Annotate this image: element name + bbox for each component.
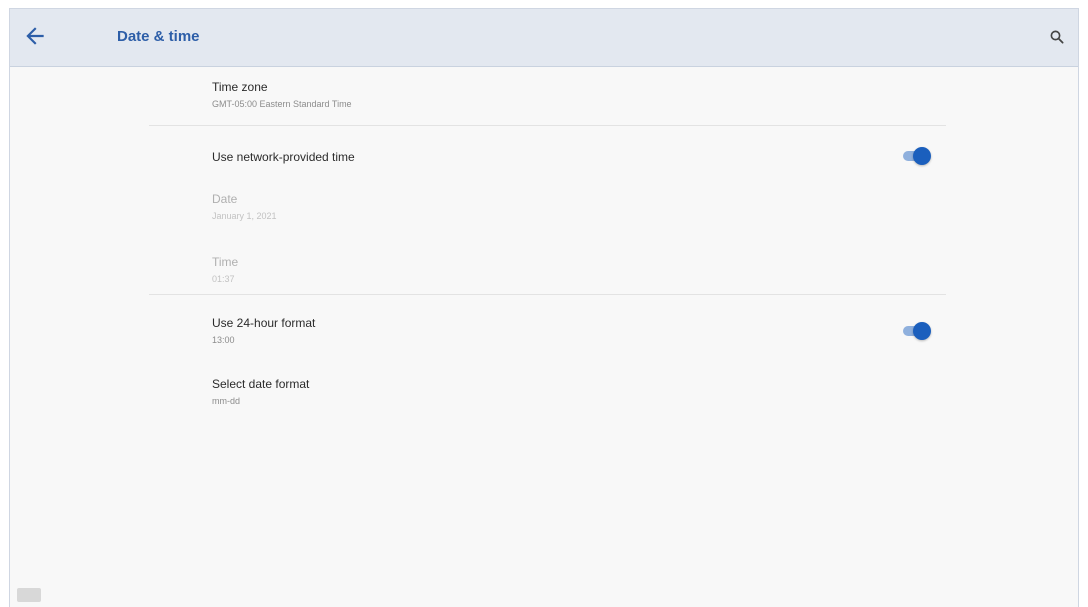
date-format-summary: mm-dd: [212, 396, 241, 406]
toggle-thumb: [913, 322, 931, 340]
time-summary: 01:37: [212, 274, 235, 284]
network-time-toggle[interactable]: [903, 146, 931, 166]
time-zone-item[interactable]: Time zone GMT-05:00 Eastern Standard Tim…: [212, 80, 352, 109]
time-item[interactable]: Time 01:37: [212, 255, 238, 284]
nav-handle: [17, 588, 41, 602]
time-title: Time: [212, 255, 239, 269]
hour24-item[interactable]: Use 24-hour format 13:00: [212, 316, 315, 345]
network-time-title: Use network-provided time: [212, 150, 355, 164]
hour24-summary: 13:00: [212, 335, 235, 345]
divider: [149, 294, 946, 295]
toggle-thumb: [913, 147, 931, 165]
date-format-item[interactable]: Select date format mm-dd: [212, 377, 309, 406]
app-bar: Date & time: [10, 9, 1078, 67]
divider: [149, 125, 946, 126]
date-title: Date: [212, 192, 238, 206]
settings-list: Time zone GMT-05:00 Eastern Standard Tim…: [10, 67, 1078, 607]
time-zone-title: Time zone: [212, 80, 268, 94]
settings-window: Date & time Time zone GMT-05:00 Eastern …: [9, 8, 1079, 607]
hour24-toggle[interactable]: [903, 321, 931, 341]
date-summary: January 1, 2021: [212, 211, 277, 221]
hour24-title: Use 24-hour format: [212, 316, 316, 330]
arrow-back-icon[interactable]: [22, 23, 48, 49]
date-format-title: Select date format: [212, 377, 310, 391]
date-item[interactable]: Date January 1, 2021: [212, 192, 277, 221]
page-title: Date & time: [117, 28, 200, 45]
search-icon[interactable]: [1048, 28, 1066, 46]
network-time-item[interactable]: Use network-provided time: [212, 150, 355, 164]
time-zone-summary: GMT-05:00 Eastern Standard Time: [212, 99, 352, 109]
